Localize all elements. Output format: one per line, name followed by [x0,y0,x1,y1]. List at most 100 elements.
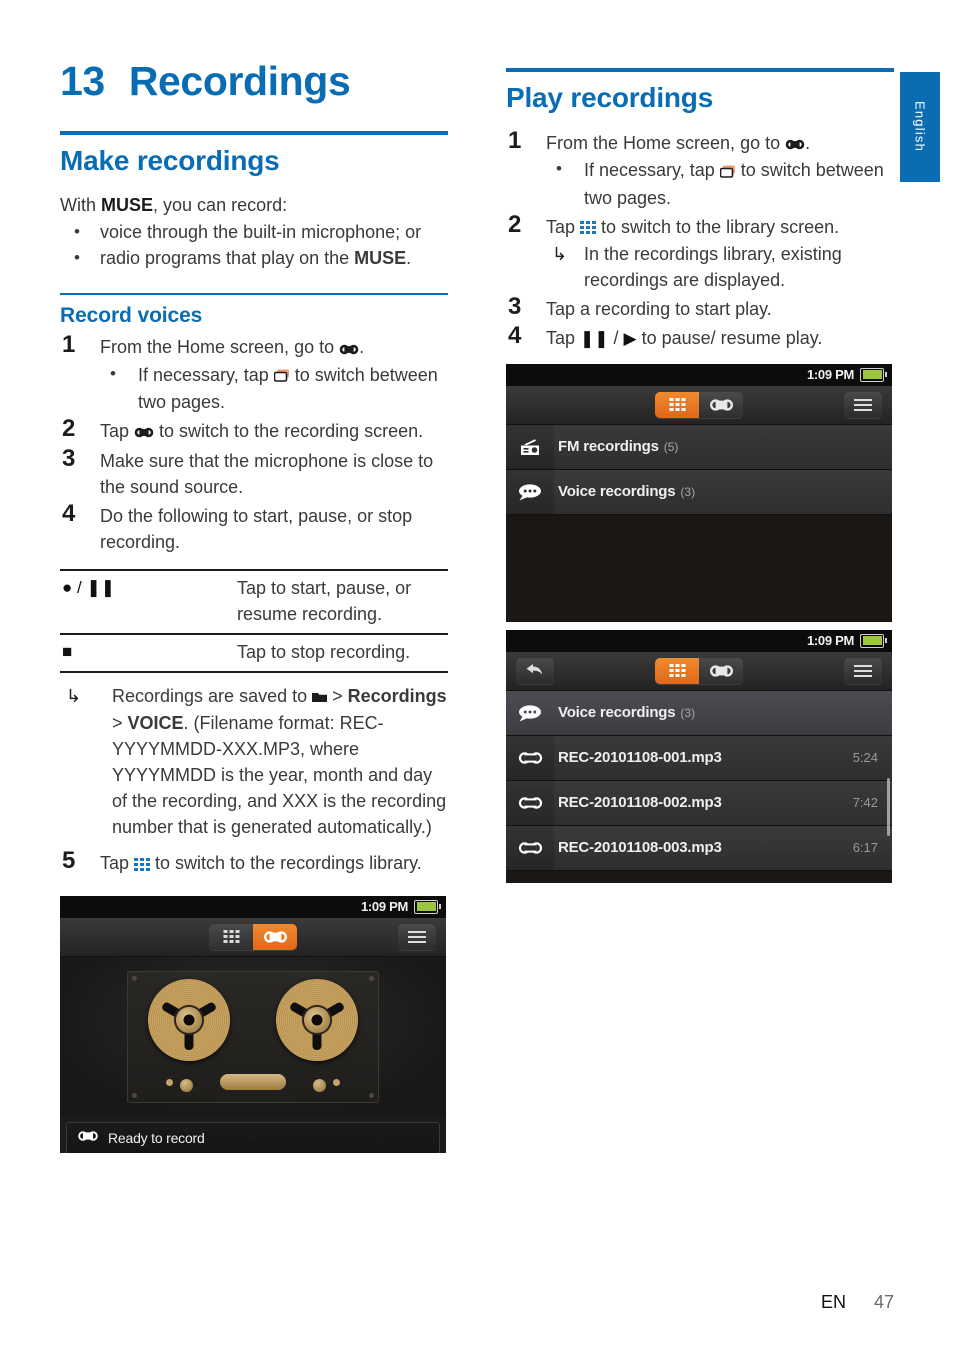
step-number: 4 [508,321,522,349]
footer-language: EN [820,1292,846,1312]
pause-icon: ❚❚ [86,578,115,598]
recording-duration: 7:42 [852,795,878,811]
intro-brand: MUSE [101,195,154,216]
record-circle-icon: ● [62,578,73,598]
step-text: Do the following to start, pause, or sto… [100,506,413,553]
language-side-tab: English [900,72,940,182]
record-status-text: Ready to record [108,1129,205,1146]
table-row: ■ Tap to stop recording. [60,634,448,673]
recorder-tab[interactable] [699,657,743,684]
grid-icon [580,215,597,241]
control-keys: ■ [60,634,227,672]
top-bar [60,917,446,957]
recorder-tab[interactable] [699,391,743,418]
page-number: 47 [873,1292,894,1312]
record-status-bar: Ready to record [66,1121,440,1153]
library-tab[interactable] [655,391,699,418]
view-toggle[interactable] [655,657,743,684]
library-tab[interactable] [655,657,699,684]
status-bar: 1:09 PM [506,363,892,386]
speech-bubble-icon [506,690,554,735]
step: 2 Tap to switch to the library screen. I… [506,211,894,293]
recorder-screenshot: 1:09 PM Ready to record [60,895,446,1153]
step-text: Make sure that the microphone is close t… [100,451,434,498]
back-button[interactable] [516,657,554,684]
step-text: Tap ❚❚ / ▶ to pause/ resume play. [546,327,823,348]
clock: 1:09 PM [806,633,854,649]
step: 1 From the Home screen, go to . If neces… [60,331,448,415]
step-number: 1 [62,331,76,359]
pinch-roller-left [180,1078,193,1092]
section-title-make-recordings: Make recordings [60,145,280,177]
top-bar [506,385,892,425]
section-title-play-recordings: Play recordings [506,82,714,113]
recording-duration: 5:24 [852,750,878,766]
step: 4 Tap ❚❚ / ▶ to pause/ resume play. [506,321,894,352]
list-item-label: Voice recordings [558,483,676,501]
tape-deck-graphic [60,956,446,1117]
page-footer: EN 47 [821,1292,894,1313]
step-text: Tap a recording to start play. [546,298,772,319]
subsection-divider [60,293,448,296]
section-divider [506,68,894,72]
battery-icon [860,367,887,382]
menu-button[interactable] [398,923,436,950]
scrollbar[interactable] [887,777,890,836]
step-number: 2 [62,414,76,442]
step-number: 3 [62,445,76,473]
step: 1 From the Home screen, go to . If neces… [506,127,894,211]
intro-bullet-list: voice through the built-in microphone; o… [60,219,448,271]
intro-suffix: , you can record: [153,195,288,216]
step-number: 5 [62,847,76,875]
list-header-label: Voice recordings [558,704,676,722]
menu-button[interactable] [844,391,882,418]
step-number: 4 [62,500,76,528]
empty-area [506,870,892,883]
record-voices-steps: 1 From the Home screen, go to . If neces… [60,331,448,555]
page-switch-icon [719,159,736,185]
note-path-1: Recordings [347,686,447,707]
control-description: Tap to stop recording. [237,642,411,663]
list-item[interactable]: REC-20101108-003.mp3 6:17 [506,825,892,871]
list-item-count: (5) [663,439,679,454]
speech-bubble-icon [506,469,554,514]
substep: In the recordings library, existing reco… [546,241,894,293]
view-toggle[interactable] [655,391,743,418]
step-text: From the Home screen, go to . [100,334,448,361]
grid-icon [134,852,151,878]
status-bar: 1:09 PM [60,895,446,918]
table-row: ● / ❚❚ Tap to start, pause, or resume re… [60,570,448,634]
cassette-icon [506,780,554,825]
list-item-fm-recordings[interactable]: FM recordings (5) [506,424,892,470]
clock: 1:09 PM [806,367,854,383]
list-header-count: (3) [680,705,696,720]
cassette-icon [785,131,805,157]
recorder-tab[interactable] [253,923,297,950]
step-number: 3 [508,292,522,320]
radio-icon [506,424,554,469]
top-bar [506,651,892,691]
step: 2 Tap to switch to the recording screen. [60,414,448,445]
note-path-2: VOICE [127,713,184,734]
chapter-number: 13 [60,58,105,104]
library-tab[interactable] [209,923,253,950]
menu-button[interactable] [844,657,882,684]
right-column: Play recordings 1 From the Home screen, … [506,60,894,883]
substep: If necessary, tap to switch between two … [100,361,448,415]
chapter-title: Recordings [128,58,351,104]
step-number: 1 [508,127,522,155]
recording-name: REC-20101108-003.mp3 [558,839,722,857]
view-toggle[interactable] [209,923,297,950]
list-item-voice-recordings[interactable]: Voice recordings (3) [506,469,892,515]
cassette-icon [77,1129,99,1147]
list-item[interactable]: REC-20101108-002.mp3 7:42 [506,780,892,826]
list-item[interactable]: REC-20101108-001.mp3 5:24 [506,735,892,781]
step-text: From the Home screen, go to . [546,130,894,157]
play-icon: ▶ [623,328,637,348]
step: 4 Do the following to start, pause, or s… [60,500,448,555]
left-column: 13 Recordings Make recordings With MUSE,… [60,58,448,1153]
note-lead: Recordings are saved to [112,686,313,707]
list-item-count: (3) [680,484,696,499]
substep: If necessary, tap to switch between two … [546,156,894,210]
cassette-icon [506,735,554,780]
